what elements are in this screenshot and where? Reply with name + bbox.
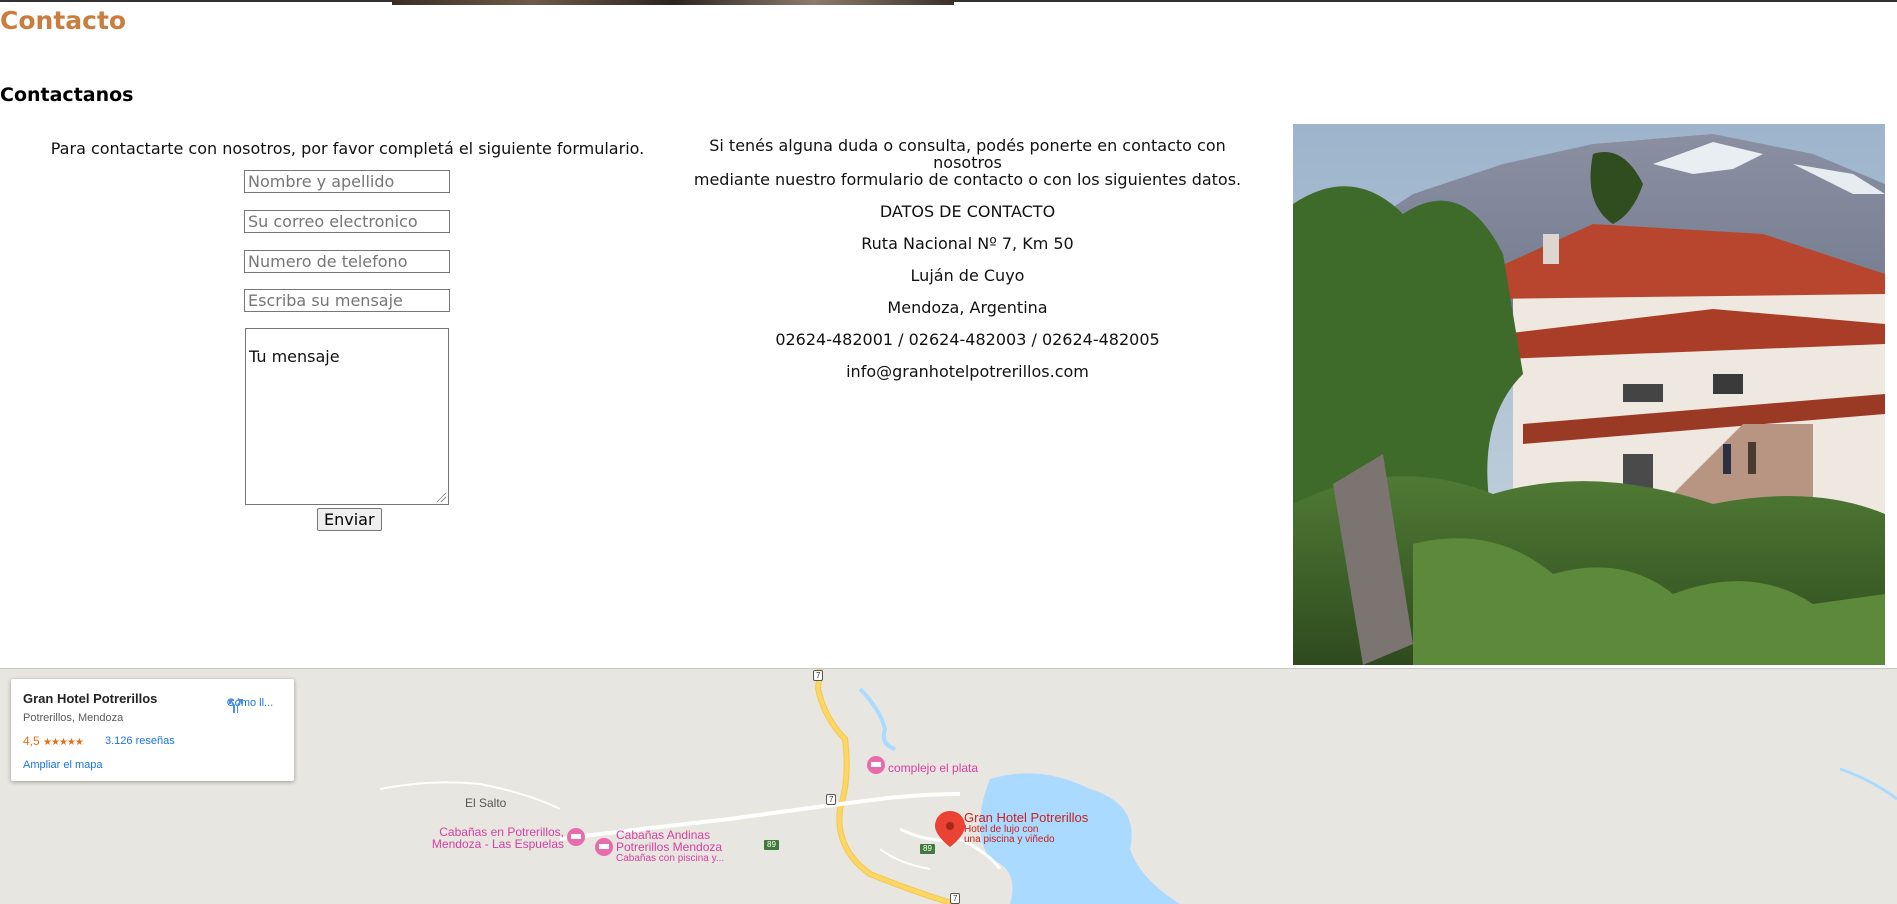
name-field[interactable]: [244, 170, 450, 193]
rating-value: 4,5: [23, 734, 40, 748]
resize-handle-icon[interactable]: [437, 493, 446, 502]
message-textarea[interactable]: Tu mensaje: [245, 328, 449, 505]
contact-heading: DATOS DE CONTACTO: [879, 202, 1056, 221]
phone-field[interactable]: [244, 250, 450, 273]
route-7-shield-mid: 7: [826, 794, 837, 805]
poi-complejo-el-plata[interactable]: complejo el plata: [888, 762, 978, 774]
place-card: Gran Hotel Potrerillos Potrerillos, Mend…: [11, 679, 294, 781]
poi-cabanas-las-espuelas-line2: Mendoza - Las Espuelas: [431, 837, 564, 851]
place-card-name: Gran Hotel Potrerillos: [23, 691, 158, 706]
header-image-strip: [392, 0, 954, 5]
town-el-salto: El Salto: [465, 796, 507, 810]
reviews-link[interactable]: 3.126 reseñas: [105, 735, 175, 747]
poi-cabanas-andinas-desc: Cabañas con piscina y...: [616, 853, 725, 864]
place-card-location: Potrerillos, Mendoza: [23, 712, 124, 724]
contact-region: Mendoza, Argentina: [887, 298, 1048, 317]
route-7-shield-top: 7: [813, 670, 824, 681]
contact-address: Ruta Nacional Nº 7, Km 50: [861, 234, 1074, 253]
message-text: Tu mensaje: [249, 347, 340, 366]
contact-form: Para contactarte con nosotros, por favor…: [0, 136, 695, 531]
poi-cabanas-andinas-line2: Potrerillos Mendoza: [616, 840, 723, 854]
contact-email: info@granhotelpotrerillos.com: [846, 362, 1089, 381]
info-intro-line1: Si tenés alguna duda o consulta, podés p…: [709, 136, 1226, 172]
poi-cabanas-las-espuelas[interactable]: Cabañas en Potrerillos, Mendoza - Las Es…: [420, 826, 564, 850]
place-card-rating: 4,5 ★★★★★: [23, 734, 84, 748]
section-subtitle: Contactanos: [0, 84, 134, 106]
subject-field[interactable]: [244, 289, 450, 312]
contact-info: Si tenés alguna duda o consulta, podés p…: [690, 137, 1245, 380]
page-title: Contacto: [0, 6, 127, 35]
form-intro: Para contactarte con nosotros, por favor…: [50, 139, 645, 158]
hotel-map-description: Hotel de lujo con una piscina y viñedo: [964, 825, 1055, 845]
send-button[interactable]: Enviar: [317, 508, 382, 531]
directions-button[interactable]: Cómo ll...: [225, 695, 275, 713]
contact-city: Luján de Cuyo: [910, 266, 1025, 285]
hotel-desc-line2: una piscina y viñedo: [964, 834, 1055, 845]
route-7-shield-bottom: 7: [950, 893, 961, 904]
poi-cabanas-andinas[interactable]: Cabañas Andinas Potrerillos Mendoza Caba…: [616, 829, 724, 865]
route-89-badge-b: 89: [920, 844, 935, 854]
google-map[interactable]: Gran Hotel Potrerillos Potrerillos, Mend…: [0, 668, 1897, 904]
rating-stars-icon: ★★★★★: [43, 737, 84, 748]
hotel-map-label[interactable]: Gran Hotel Potrerillos: [964, 810, 1088, 825]
route-89-badge-a: 89: [764, 840, 779, 850]
hotel-photo: [1293, 124, 1885, 665]
info-intro-line2: mediante nuestro formulario de contacto …: [693, 170, 1242, 189]
enlarge-map-link[interactable]: Ampliar el mapa: [23, 759, 102, 771]
directions-icon: [229, 699, 243, 713]
email-field[interactable]: [244, 210, 450, 233]
contact-phones: 02624-482001 / 02624-482003 / 02624-4820…: [775, 330, 1160, 349]
